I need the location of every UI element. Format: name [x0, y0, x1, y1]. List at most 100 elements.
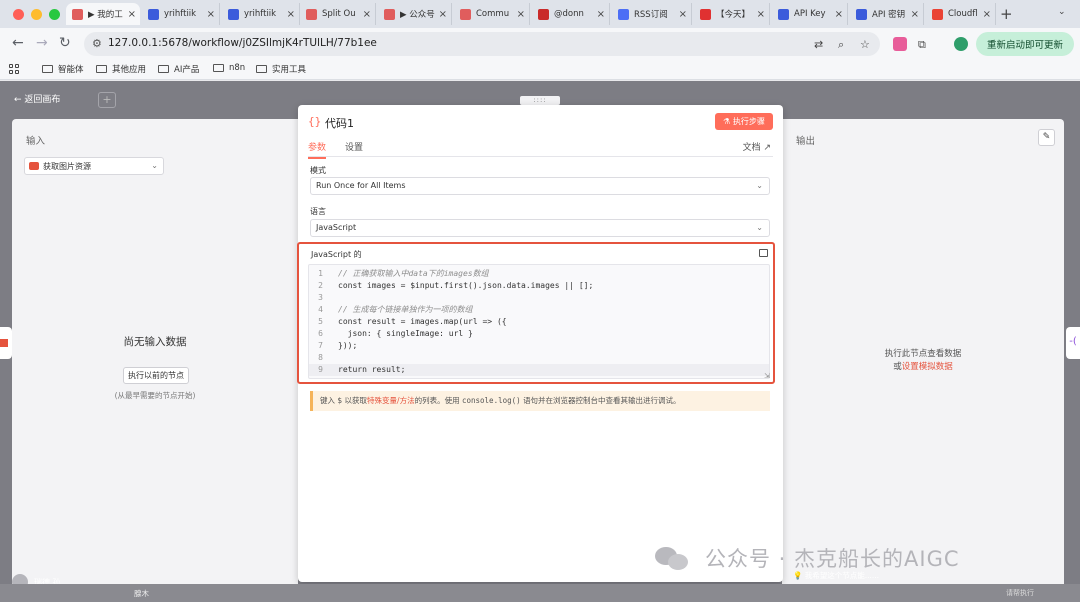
bookmark-folder[interactable]: n8n: [213, 63, 245, 73]
browser-tab[interactable]: Split Ou ×: [300, 3, 376, 25]
input-node-select[interactable]: 获取图片资源 ⌄: [24, 157, 164, 175]
tab-search-chevron-icon[interactable]: ⌄: [1058, 7, 1066, 17]
tab-parameters[interactable]: 参数: [308, 140, 327, 159]
line-number: 1: [318, 269, 323, 278]
close-tab-icon[interactable]: ×: [439, 9, 447, 20]
no-input-data-title: 尚无输入数据: [123, 336, 187, 348]
close-tab-icon[interactable]: ×: [835, 9, 843, 20]
bookmark-folder[interactable]: 智能体: [42, 63, 84, 75]
execute-previous-nodes-button[interactable]: 执行以前的节点: [123, 367, 189, 384]
tab-title: RSS订阅: [634, 10, 668, 20]
bookmark-star-icon[interactable]: ☆: [860, 38, 870, 51]
tab-title: 【今天】: [716, 10, 751, 20]
hint-text: 键入 $ 以获取: [320, 396, 368, 405]
browser-tab[interactable]: ▶ 公众号 ×: [378, 3, 452, 25]
code-text: return result;: [338, 365, 406, 374]
browser-tab[interactable]: API Key ×: [772, 3, 848, 25]
zoom-icon[interactable]: ⌕: [838, 38, 844, 52]
maximize-window-button[interactable]: [49, 9, 60, 20]
tab-settings[interactable]: 设置: [345, 140, 363, 157]
tab-title: yrihftiik: [164, 9, 197, 19]
site-info-icon[interactable]: ⚙: [92, 37, 102, 50]
forward-arrow-icon[interactable]: →: [36, 35, 48, 51]
next-node-tab[interactable]: -(: [1066, 327, 1080, 359]
browser-tab[interactable]: Cloudfl ×: [926, 3, 996, 25]
back-to-canvas-link[interactable]: ← 返回画布: [14, 92, 60, 105]
code-braces-icon: {}: [308, 115, 322, 128]
close-tab-icon[interactable]: ×: [597, 9, 605, 20]
special-vars-link[interactable]: 特殊变量/方法: [367, 396, 415, 405]
edit-output-button[interactable]: ✎: [1038, 129, 1055, 146]
code-line[interactable]: 9 return result;: [309, 364, 769, 376]
address-bar[interactable]: ⚙ 127.0.0.1:5678/workflow/j0ZSIlmjK4rTUl…: [84, 32, 880, 56]
line-number: 7: [318, 341, 323, 350]
mode-select[interactable]: Run Once for All Items ⌄: [310, 177, 770, 195]
code-editor[interactable]: 1 // 正确获取输入中data下的images数组 2 const images =…: [308, 264, 770, 379]
panel-drag-handle[interactable]: ::::: [520, 96, 560, 105]
close-tab-icon[interactable]: ×: [983, 9, 991, 20]
extension-icon[interactable]: [893, 37, 907, 51]
language-select[interactable]: JavaScript ⌄: [310, 219, 770, 237]
tab-title: ▶ 公众号: [400, 10, 435, 20]
close-tab-icon[interactable]: ×: [911, 9, 919, 20]
expand-editor-icon[interactable]: [759, 249, 768, 257]
close-tab-icon[interactable]: ×: [287, 9, 295, 20]
code-field-label: JavaScript 的: [311, 250, 362, 259]
back-arrow-icon[interactable]: ←: [12, 35, 24, 51]
close-tab-icon[interactable]: ×: [679, 9, 687, 20]
close-tab-icon[interactable]: ×: [128, 9, 136, 20]
tab-favicon-icon: [538, 8, 549, 20]
output-panel-title: 输出: [796, 136, 816, 147]
code-line[interactable]: 4 // 生成每个链接单独作为一项的数组: [309, 304, 769, 316]
bottom-strip-action[interactable]: 请帮执行: [1006, 588, 1034, 598]
bookmark-folder[interactable]: 其他应用: [96, 63, 146, 75]
code-text: const result = images.map(url => ({: [338, 317, 507, 326]
extensions-puzzle-icon[interactable]: ⧉: [918, 38, 926, 52]
close-window-button[interactable]: [13, 9, 24, 20]
browser-tab[interactable]: 【今天】 ×: [694, 3, 770, 25]
code-line[interactable]: 1 // 正确获取输入中data下的images数组: [309, 268, 769, 280]
close-tab-icon[interactable]: ×: [363, 9, 371, 20]
bookmarks-bar: 智能体 其他应用 AI产品 n8n 实用工具: [0, 60, 1080, 80]
code-line[interactable]: 3: [309, 292, 769, 304]
code-line[interactable]: 8: [309, 352, 769, 364]
code-line[interactable]: 7}));: [309, 340, 769, 352]
tab-title: API 密钥: [872, 10, 906, 20]
apps-grid-icon[interactable]: [9, 64, 19, 74]
close-tab-icon[interactable]: ×: [207, 9, 215, 20]
chevron-down-icon: ⌄: [756, 223, 763, 232]
browser-tab[interactable]: ▶ 我的工 ×: [66, 3, 140, 25]
browser-tab[interactable]: yrihftiik ×: [142, 3, 220, 25]
execute-step-button[interactable]: ⚗ 执行步骤: [715, 113, 773, 130]
resize-grip-icon[interactable]: ⇲: [764, 372, 770, 380]
new-tab-button[interactable]: +: [1000, 5, 1013, 23]
code-text: }));: [338, 341, 358, 350]
restart-to-update-button[interactable]: 重新启动即可更新: [976, 32, 1074, 56]
code-line[interactable]: 6 json: { singleImage: url }: [309, 328, 769, 340]
bookmark-folder[interactable]: AI产品: [158, 63, 199, 75]
browser-tab[interactable]: Commu ×: [454, 3, 530, 25]
tab-favicon-icon: [228, 8, 239, 20]
minimize-window-button[interactable]: [31, 9, 42, 20]
browser-tab[interactable]: yrihftiik ×: [222, 3, 300, 25]
address-url[interactable]: 127.0.0.1:5678/workflow/j0ZSIlmjK4rTUlLH…: [108, 37, 377, 49]
reload-icon[interactable]: ↻: [59, 35, 71, 51]
browser-tab[interactable]: API 密钥 ×: [850, 3, 924, 25]
bookmark-folder[interactable]: 实用工具: [256, 63, 306, 75]
prev-node-tab[interactable]: [0, 327, 12, 359]
profile-avatar[interactable]: [954, 37, 968, 51]
docs-link[interactable]: 文档 ↗: [743, 140, 771, 153]
node-title[interactable]: 代码1: [325, 115, 354, 131]
tab-favicon-icon: [384, 8, 395, 20]
add-node-button[interactable]: +: [98, 92, 116, 108]
close-tab-icon[interactable]: ×: [757, 9, 765, 20]
code-line[interactable]: 2 const images = $input.first().json.data…: [309, 280, 769, 292]
set-mock-data-link[interactable]: 设置模拟数据: [902, 362, 953, 372]
watermark-text: 公众号 · 杰克船长的AIGC: [705, 547, 960, 571]
browser-tab[interactable]: @donn ×: [532, 3, 610, 25]
browser-tab[interactable]: RSS订阅 ×: [612, 3, 692, 25]
translate-icon[interactable]: ⇄: [814, 38, 823, 51]
code-line[interactable]: 5 const result = images.map(url => ({: [309, 316, 769, 328]
close-tab-icon[interactable]: ×: [517, 9, 525, 20]
hint-text: 的列表。使用: [414, 396, 460, 405]
